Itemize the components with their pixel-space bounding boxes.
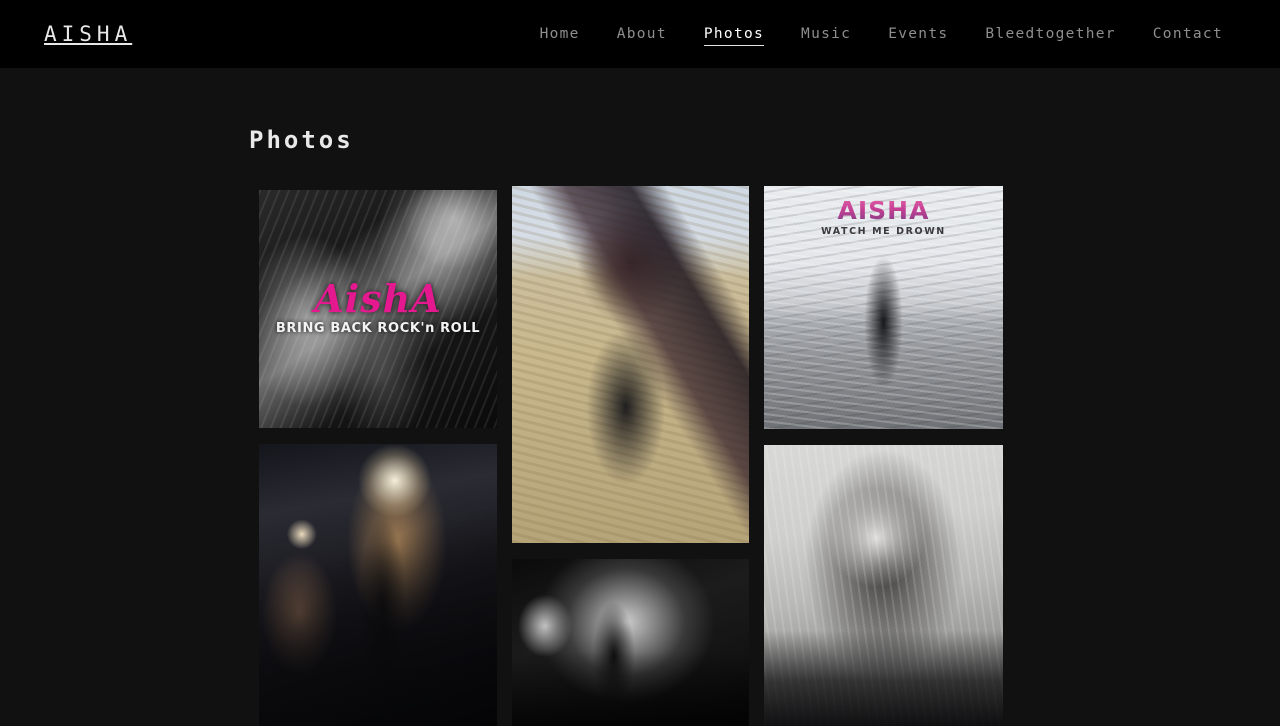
photo-tile-portrait-headshot[interactable]: Black and white close-up portrait headsh… bbox=[764, 445, 1003, 726]
nav-link-about[interactable]: About bbox=[617, 26, 667, 45]
photo-frame bbox=[259, 443, 497, 726]
photo-image-live-bw bbox=[512, 559, 749, 726]
nav-link-bleedtogether[interactable]: Bleedtogether bbox=[985, 26, 1115, 45]
photo-frame bbox=[512, 559, 749, 726]
photo-frame bbox=[512, 186, 749, 543]
main-navigation: Home About Photos Music Events Bleedtoge… bbox=[540, 26, 1223, 46]
site-header: AISHA Home About Photos Music Events Ble… bbox=[0, 0, 1280, 68]
site-logo[interactable]: AISHA bbox=[44, 20, 132, 48]
photo-image-live-concert bbox=[259, 443, 497, 726]
photo-image-guitar-field bbox=[512, 186, 749, 543]
photo-tile-portrait-with-guitar[interactable]: Woman holding electric guitar standing i… bbox=[512, 186, 749, 543]
nav-link-contact[interactable]: Contact bbox=[1153, 26, 1223, 45]
photo-tile-live-black-white[interactable]: Black and white live shot of singer lean… bbox=[512, 559, 749, 726]
gallery-column-3: AISHA WATCH ME DROWN Album cover: figure… bbox=[764, 186, 1003, 726]
page-title: Photos bbox=[249, 126, 354, 154]
nav-link-home[interactable]: Home bbox=[540, 26, 580, 45]
nav-link-music[interactable]: Music bbox=[801, 26, 851, 45]
gallery-column-1: AishA BRING BACK ROCK'n ROLL Black and w… bbox=[259, 186, 497, 726]
photo-frame: AISHA WATCH ME DROWN bbox=[764, 186, 1003, 429]
photo-image-album-cover bbox=[764, 186, 1003, 429]
nav-link-events[interactable]: Events bbox=[888, 26, 948, 45]
photo-image-live-aisha bbox=[259, 190, 497, 428]
photo-frame bbox=[764, 445, 1003, 726]
photo-tile-live-concert[interactable]: Singer at microphone on stage with warm … bbox=[259, 443, 497, 726]
photo-gallery: AishA BRING BACK ROCK'n ROLL Black and w… bbox=[259, 186, 1003, 726]
photo-tile-album-cover[interactable]: AISHA WATCH ME DROWN Album cover: figure… bbox=[764, 186, 1003, 429]
photo-frame: AishA BRING BACK ROCK'n ROLL bbox=[259, 190, 497, 428]
gallery-column-2: Woman holding electric guitar standing i… bbox=[512, 186, 749, 726]
photo-tile-live-aisha[interactable]: AishA BRING BACK ROCK'n ROLL Black and w… bbox=[259, 190, 497, 428]
photo-image-portrait-bw bbox=[764, 445, 1003, 726]
nav-link-photos[interactable]: Photos bbox=[703, 26, 765, 46]
